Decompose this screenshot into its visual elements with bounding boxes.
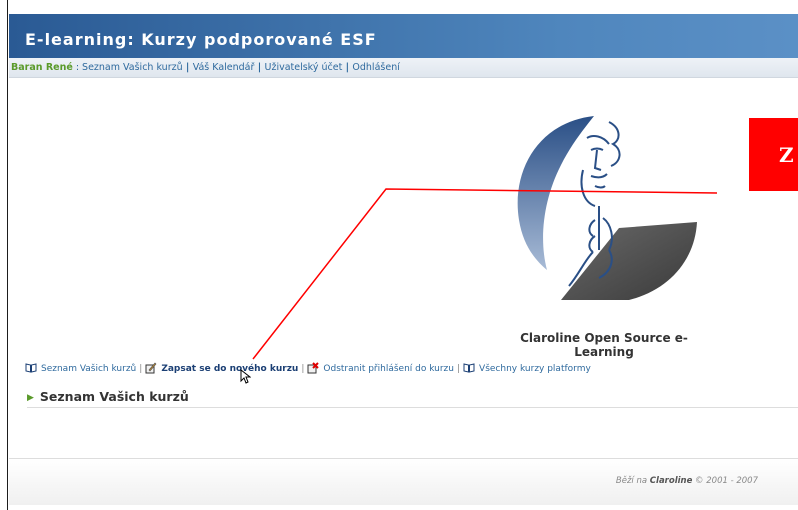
toolbar-link-unenroll[interactable]: Odstranit přihlášení do kurzu (323, 364, 454, 374)
header-banner: E-learning: Kurzy podporované ESF (9, 14, 798, 58)
separator: | (342, 62, 353, 73)
separator: | (139, 364, 143, 374)
userbar-link-my-courses[interactable]: Seznam Vašich kurzů (82, 62, 183, 73)
section-title: Seznam Vašich kurzů (39, 389, 189, 404)
page: E-learning: Kurzy podporované ESF Baran … (9, 0, 798, 510)
section-heading: ▶ Seznam Vašich kurzů (27, 389, 798, 408)
unenroll-icon (307, 361, 320, 377)
left-border (0, 0, 8, 510)
separator: | (182, 62, 193, 73)
separator: | (301, 364, 305, 374)
red-annotation-box: Z (749, 118, 798, 191)
red-annotation-text: Z (779, 143, 794, 167)
user-name: Baran René (11, 62, 73, 73)
triangle-right-icon: ▶ (27, 393, 34, 403)
separator: | (457, 364, 461, 374)
footer-brand-link[interactable]: Claroline (650, 476, 693, 486)
footer: Běží na Claroline © 2001 - 2007 (9, 458, 798, 505)
userbar-link-account[interactable]: Uživatelský účet (265, 62, 343, 73)
course-toolbar: Seznam Vašich kurzů | Zapsat se do novéh… (25, 361, 591, 377)
userbar-link-calendar[interactable]: Váš Kalendář (193, 62, 255, 73)
book-icon (25, 362, 37, 376)
footer-suffix: © 2001 - 2007 (692, 476, 758, 486)
mouse-cursor-icon (240, 368, 252, 388)
userbar-link-logout[interactable]: Odhlášení (352, 62, 399, 73)
toolbar-link-all-courses[interactable]: Všechny kurzy platformy (479, 364, 591, 374)
site-title: E-learning: Kurzy podporované ESF (25, 30, 377, 49)
logo-caption: Claroline Open Source e-Learning (520, 331, 688, 359)
book-icon (463, 362, 475, 376)
claroline-logo (499, 110, 699, 310)
user-name-colon: : (72, 62, 83, 73)
toolbar-link-enroll[interactable]: Zapsat se do nového kurzu (161, 364, 298, 374)
separator: | (254, 62, 265, 73)
user-bar: Baran René : Seznam Vašich kurzů | Váš K… (9, 58, 798, 78)
toolbar-link-my-courses[interactable]: Seznam Vašich kurzů (41, 364, 136, 374)
footer-prefix: Běží na (615, 476, 650, 486)
enroll-icon (145, 362, 157, 377)
footer-text: Běží na Claroline © 2001 - 2007 (616, 476, 758, 486)
